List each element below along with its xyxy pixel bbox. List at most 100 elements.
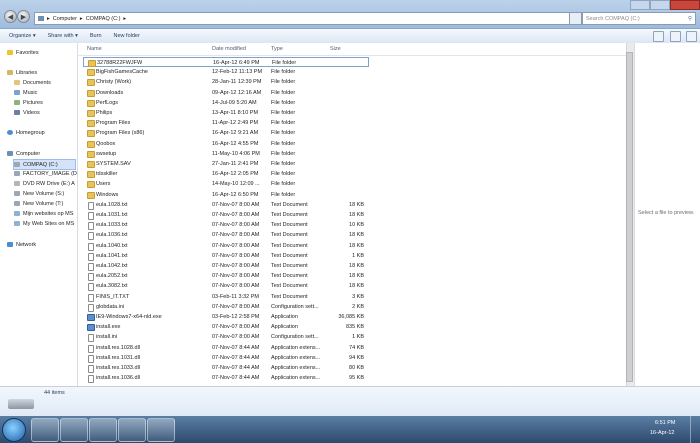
burn-button[interactable]: Burn xyxy=(90,33,102,39)
file-row[interactable]: eula.1028.txt 07-Nov-07 8:00 AM Text Docum… xyxy=(78,200,626,210)
file-date: 07-Nov-07 8:00 AM xyxy=(212,324,260,331)
close-button[interactable] xyxy=(670,0,700,10)
taskbar-ie-icon[interactable] xyxy=(60,418,88,442)
nav-videos[interactable]: Videos xyxy=(14,108,40,117)
file-row[interactable]: FINIS_IT.TXT 03-Feb-11 3:32 PM Text Docume… xyxy=(78,292,626,302)
file-row[interactable]: Users 14-May-10 12:09 ... File folder xyxy=(78,179,626,189)
back-button[interactable]: ◀ xyxy=(4,10,17,23)
file-row[interactable]: Downloads 09-Apr-12 12:16 AM File folder xyxy=(78,88,626,98)
column-size[interactable]: Size xyxy=(330,46,341,52)
file-row[interactable]: eula.1036.txt 07-Nov-07 8:00 AM Text Docum… xyxy=(78,230,626,241)
nav-network[interactable]: Network xyxy=(7,240,36,249)
minimize-button[interactable] xyxy=(630,0,650,10)
file-row[interactable]: SYSTEM.SAV 27-Jan-11 2:41 PM File folder xyxy=(78,159,626,169)
clock-time[interactable]: 6:51 PM xyxy=(655,420,675,426)
file-row[interactable]: install.exe 07-Nov-07 8:00 AM Application 8… xyxy=(78,322,626,332)
taskbar-media-player-icon[interactable] xyxy=(89,418,117,442)
file-row[interactable]: BigFishGamesCache 12-Feb-12 11:13 PM File … xyxy=(78,67,626,77)
file-row[interactable]: Qoobox 16-Apr-12 4:55 PM File folder xyxy=(78,139,626,149)
file-row[interactable]: Program Files (x86) 16-Apr-12 9:21 AM File… xyxy=(78,128,626,138)
taskbar-explorer-icon[interactable] xyxy=(31,418,59,442)
nav-computer[interactable]: Computer xyxy=(7,149,40,158)
nav-homegroup[interactable]: Homegroup xyxy=(7,128,45,137)
file-row[interactable]: IE9-Windows7-x64-nld.exe 03-Feb-12 2:58 P… xyxy=(78,312,626,322)
file-row[interactable]: 32788R22FWJFW 16-Apr-12 6:49 PM File folde… xyxy=(83,57,369,67)
new-folder-button[interactable]: New folder xyxy=(114,33,140,39)
file-date: 07-Nov-07 8:00 AM xyxy=(212,212,260,218)
file-row[interactable]: eula.2052.txt 07-Nov-07 8:00 AM Text Docum… xyxy=(78,271,626,282)
file-row[interactable]: tdsskiller 16-Apr-12 2:05 PM File folder xyxy=(78,169,626,179)
view-options-icon[interactable] xyxy=(653,31,664,42)
file-date: 07-Nov-07 8:00 AM xyxy=(212,252,260,259)
nav-music[interactable]: Music xyxy=(14,88,37,97)
preview-pane-icon[interactable] xyxy=(670,31,681,42)
file-row[interactable]: eula.1031.txt 07-Nov-07 8:00 AM Text Docum… xyxy=(78,210,626,220)
nav-pictures[interactable]: Pictures xyxy=(14,98,43,107)
file-row[interactable]: install.ini 07-Nov-07 8:00 AM Configuratio… xyxy=(78,332,626,343)
file-row[interactable]: eula.1041.txt 07-Nov-07 8:00 AM Text Docum… xyxy=(78,251,626,261)
file-row[interactable]: install.res.1033.dll 07-Nov-07 8:44 AM App… xyxy=(78,363,626,373)
column-date[interactable]: Date modified xyxy=(212,46,246,52)
videos-icon xyxy=(14,110,20,115)
network-icon xyxy=(7,242,13,247)
show-desktop-button[interactable] xyxy=(690,416,700,443)
file-type: Application xyxy=(271,324,298,331)
file-row[interactable]: install.res.1031.dll 07-Nov-07 8:44 AM App… xyxy=(78,353,626,363)
file-row[interactable]: Windows 16-Apr-12 6:50 PM File folder xyxy=(78,190,626,200)
column-name[interactable]: Name xyxy=(87,46,102,52)
file-name: install.res.1031.dll xyxy=(96,354,141,361)
file-row[interactable]: install.res.1028.dll 07-Nov-07 8:44 AM App… xyxy=(78,343,626,353)
file-size: 94 KB xyxy=(349,354,364,361)
scrollbar-thumb[interactable] xyxy=(626,52,633,382)
preview-pane: Select a file to preview. xyxy=(634,43,700,386)
nav-libraries[interactable]: Libraries xyxy=(7,68,37,77)
file-name: eula.1042.txt xyxy=(96,263,128,269)
file-row[interactable]: eula.3082.txt 07-Nov-07 8:00 AM Text Docum… xyxy=(78,281,626,292)
file-name: FINIS_IT.TXT xyxy=(96,293,130,300)
nav-new-volume-s[interactable]: New Volume (S:) xyxy=(14,189,64,198)
file-row[interactable]: Program Files 11-Apr-12 2:49 PM File folde… xyxy=(78,118,626,128)
organize-button[interactable]: Organize ▾ xyxy=(9,33,36,39)
nav-new-volume-t[interactable]: New Volume (T:) xyxy=(14,199,63,208)
file-size: 1 KB xyxy=(352,334,364,341)
nav-my-web-sites[interactable]: My Web Sites on MS xyxy=(14,219,74,228)
file-row[interactable]: swsetup 11-May-10 4:06 PM File folder xyxy=(78,149,626,159)
taskbar-cmd-icon[interactable] xyxy=(118,418,146,442)
file-row[interactable]: eula.1040.txt 07-Nov-07 8:00 AM Text Docum… xyxy=(78,241,626,251)
nav-factory-image[interactable]: FACTORY_IMAGE (D xyxy=(14,169,77,178)
breadcrumb-computer[interactable]: Computer xyxy=(53,16,77,22)
help-icon[interactable] xyxy=(686,31,697,42)
computer-icon xyxy=(7,151,13,156)
share-with-button[interactable]: Share with ▾ xyxy=(48,33,78,39)
file-row[interactable]: globdata.ini 07-Nov-07 8:00 AM Configurati… xyxy=(78,302,626,312)
file-date: 03-Feb-11 3:32 PM xyxy=(212,293,259,300)
address-input[interactable]: ▸ Computer ▸ COMPAQ (C:) ▸ xyxy=(34,12,570,25)
refresh-button[interactable] xyxy=(569,12,582,25)
nav-mijn-websites[interactable]: Mijn websites op MS xyxy=(14,209,73,218)
file-type: File folder xyxy=(271,69,296,76)
forward-button[interactable]: ▶ xyxy=(17,10,30,23)
file-date: 03-Feb-12 2:58 PM xyxy=(212,314,260,320)
file-name: Users xyxy=(96,181,111,188)
file-row[interactable]: eula.1042.txt 07-Nov-07 8:00 AM Text Docum… xyxy=(78,261,626,271)
file-row[interactable]: Christy (Work) 28-Jan-11 12:39 PM File fol… xyxy=(78,77,626,87)
nav-documents[interactable]: Documents xyxy=(14,78,51,87)
drive-icon xyxy=(14,171,20,176)
file-date: 07-Nov-07 8:44 AM xyxy=(212,344,260,351)
taskbar-window-icon[interactable] xyxy=(147,418,175,442)
document-icon xyxy=(88,222,94,231)
file-row[interactable]: PerfLogs 14-Jul-09 5:20 AM File folder xyxy=(78,98,626,108)
file-row[interactable]: eula.1033.txt 07-Nov-07 8:00 AM Text Docum… xyxy=(78,220,626,231)
file-type: Text Document xyxy=(271,232,308,239)
tray-icons[interactable] xyxy=(598,425,628,433)
file-row[interactable]: Philips 13-Apr-11 8:10 PM File folder xyxy=(78,108,626,118)
search-input[interactable]: Search COMPAQ (C:) ⚲ xyxy=(582,12,696,25)
breadcrumb-compaq[interactable]: COMPAQ (C:) xyxy=(86,16,121,22)
nav-dvd-drive[interactable]: DVD RW Drive (E:) A xyxy=(14,179,75,188)
file-row[interactable]: install.res.1036.dll 07-Nov-07 8:44 AM App… xyxy=(78,373,626,384)
start-button[interactable] xyxy=(2,418,26,442)
clock-date[interactable]: 16-Apr-12 xyxy=(650,430,674,436)
column-type[interactable]: Type xyxy=(271,46,283,52)
maximize-button[interactable] xyxy=(650,0,670,10)
nav-favorites[interactable]: Favorites xyxy=(7,48,39,57)
